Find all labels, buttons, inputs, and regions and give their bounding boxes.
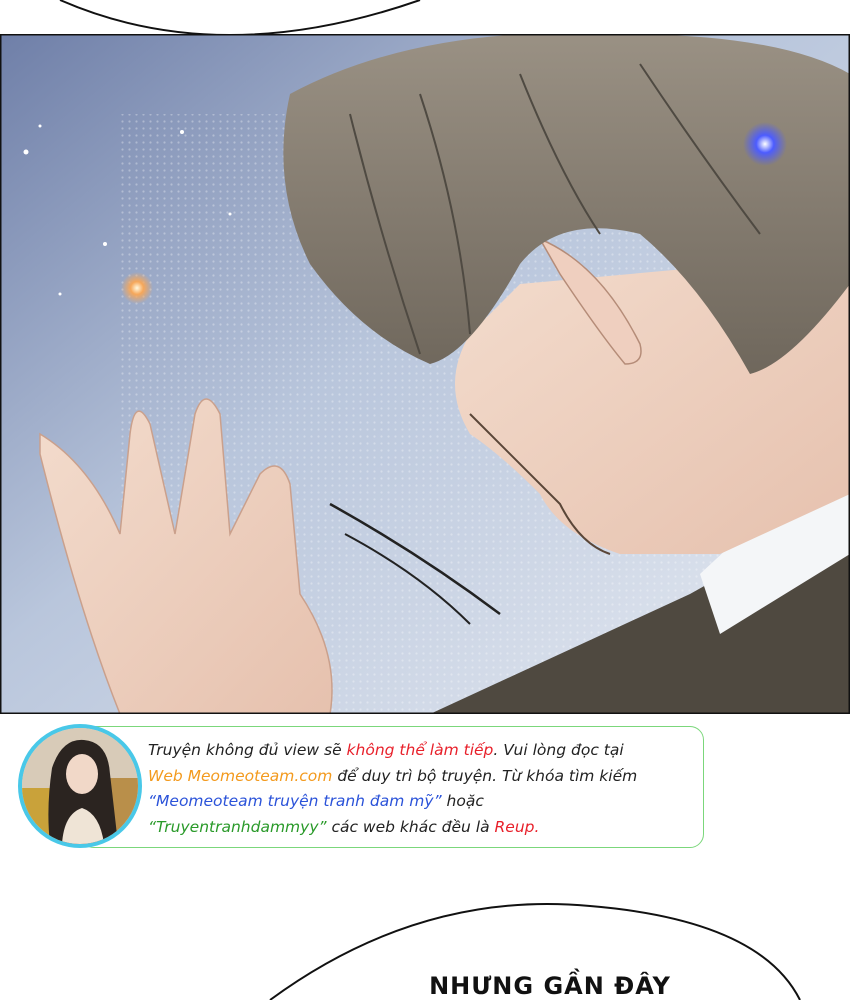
notice-text: Truyện không đủ view sẽ không thể làm ti… (148, 738, 708, 840)
notice-text-part: hoặc (441, 792, 484, 810)
notice-line-1: Truyện không đủ view sẽ không thể làm ti… (148, 738, 708, 764)
search-keyword-2: “Truyentranhdammyy” (148, 817, 327, 836)
notice-text-part: Truyện không đủ view sẽ (148, 741, 347, 759)
notice-warning-text: không thể làm tiếp (346, 741, 494, 759)
site-link[interactable]: Web Meomeoteam.com (148, 767, 332, 785)
search-keyword-1: “Meomeoteam truyện tranh đam mỹ” (148, 792, 442, 810)
translator-notice: Truyện không đủ view sẽ không thể làm ti… (18, 724, 706, 850)
comic-panel (0, 34, 850, 714)
glowing-orb (121, 272, 153, 304)
notice-line-3: “Meomeoteam truyện tranh đam mỹ” hoặc (148, 789, 708, 815)
speech-bubble-text: NHƯNG GẦN ĐÂY (429, 972, 671, 1000)
avatar (18, 724, 142, 848)
notice-line-2: Web Meomeoteam.com để duy trì bộ truyện.… (148, 764, 708, 790)
notice-text-part: để duy trì bộ truyện. Từ khóa tìm kiếm (332, 766, 638, 785)
notice-line-4: “Truyentranhdammyy” các web khác đều là … (148, 815, 708, 841)
avatar-portrait-icon (22, 728, 138, 844)
notice-text-part: các web khác đều là (326, 817, 495, 836)
blue-sparkle (743, 122, 787, 166)
notice-reup-text: Reup. (494, 817, 540, 836)
notice-text-part: . Vui lòng đọc tại (493, 741, 624, 759)
